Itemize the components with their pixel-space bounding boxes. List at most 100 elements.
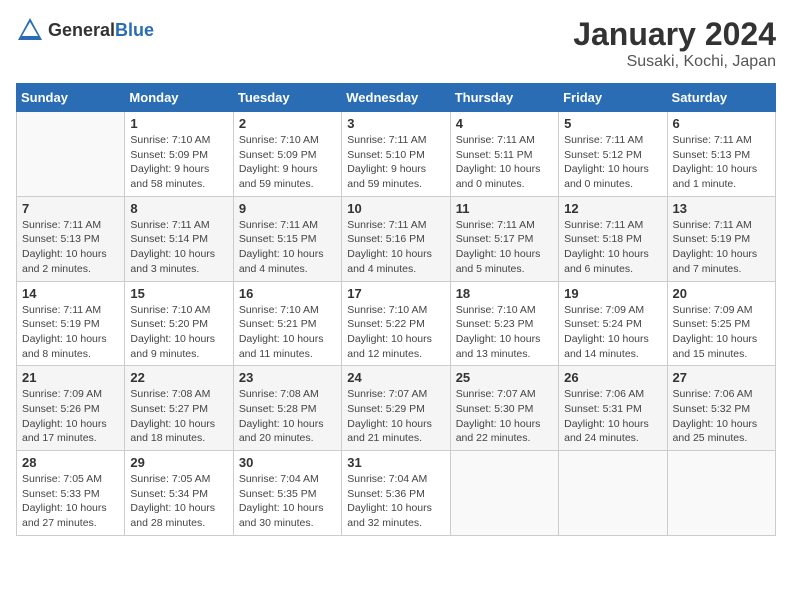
calendar-cell: 12 Sunrise: 7:11 AMSunset: 5:18 PMDayligh… (559, 196, 667, 281)
day-detail: Sunrise: 7:11 AMSunset: 5:17 PMDaylight:… (456, 218, 553, 277)
calendar-cell: 8 Sunrise: 7:11 AMSunset: 5:14 PMDaylight… (125, 196, 233, 281)
logo-icon (16, 16, 44, 44)
day-number: 23 (239, 370, 336, 385)
day-number: 2 (239, 116, 336, 131)
day-detail: Sunrise: 7:06 AMSunset: 5:31 PMDaylight:… (564, 387, 661, 446)
day-detail: Sunrise: 7:11 AMSunset: 5:14 PMDaylight:… (130, 218, 227, 277)
day-detail: Sunrise: 7:10 AMSunset: 5:09 PMDaylight:… (130, 133, 227, 192)
day-detail: Sunrise: 7:06 AMSunset: 5:32 PMDaylight:… (673, 387, 770, 446)
calendar-cell: 22 Sunrise: 7:08 AMSunset: 5:27 PMDayligh… (125, 366, 233, 451)
logo-general-text: General (48, 20, 115, 40)
calendar-cell (17, 112, 125, 197)
calendar-cell: 2 Sunrise: 7:10 AMSunset: 5:09 PMDaylight… (233, 112, 341, 197)
calendar-cell: 11Sunrise: 7:11 AMSunset: 5:17 PMDayligh… (450, 196, 558, 281)
day-detail: Sunrise: 7:11 AMSunset: 5:11 PMDaylight:… (456, 133, 553, 192)
calendar-cell: 26 Sunrise: 7:06 AMSunset: 5:31 PMDayligh… (559, 366, 667, 451)
day-detail: Sunrise: 7:10 AMSunset: 5:23 PMDaylight:… (456, 303, 553, 362)
day-number: 7 (22, 201, 119, 216)
day-detail: Sunrise: 7:08 AMSunset: 5:27 PMDaylight:… (130, 387, 227, 446)
day-number: 4 (456, 116, 553, 131)
day-detail: Sunrise: 7:09 AMSunset: 5:26 PMDaylight:… (22, 387, 119, 446)
calendar-cell: 28 Sunrise: 7:05 AMSunset: 5:33 PMDayligh… (17, 451, 125, 536)
day-number: 17 (347, 286, 444, 301)
day-number: 27 (673, 370, 770, 385)
page-title: January 2024 (573, 16, 776, 53)
day-number: 1 (130, 116, 227, 131)
day-number: 26 (564, 370, 661, 385)
day-detail: Sunrise: 7:08 AMSunset: 5:28 PMDaylight:… (239, 387, 336, 446)
calendar-cell: 18Sunrise: 7:10 AMSunset: 5:23 PMDayligh… (450, 281, 558, 366)
day-detail: Sunrise: 7:10 AMSunset: 5:21 PMDaylight:… (239, 303, 336, 362)
day-number: 5 (564, 116, 661, 131)
header-row: SundayMondayTuesdayWednesdayThursdayFrid… (17, 84, 776, 112)
day-detail: Sunrise: 7:04 AMSunset: 5:35 PMDaylight:… (239, 472, 336, 531)
col-header-thursday: Thursday (450, 84, 558, 112)
calendar-cell: 1 Sunrise: 7:10 AMSunset: 5:09 PMDaylight… (125, 112, 233, 197)
day-detail: Sunrise: 7:09 AMSunset: 5:24 PMDaylight:… (564, 303, 661, 362)
day-detail: Sunrise: 7:11 AMSunset: 5:18 PMDaylight:… (564, 218, 661, 277)
day-number: 16 (239, 286, 336, 301)
day-number: 28 (22, 455, 119, 470)
day-detail: Sunrise: 7:04 AMSunset: 5:36 PMDaylight:… (347, 472, 444, 531)
day-number: 31 (347, 455, 444, 470)
day-number: 6 (673, 116, 770, 131)
title-block: January 2024 Susaki, Kochi, Japan (573, 16, 776, 71)
day-detail: Sunrise: 7:11 AMSunset: 5:10 PMDaylight:… (347, 133, 444, 192)
day-detail: Sunrise: 7:09 AMSunset: 5:25 PMDaylight:… (673, 303, 770, 362)
day-detail: Sunrise: 7:10 AMSunset: 5:22 PMDaylight:… (347, 303, 444, 362)
day-number: 22 (130, 370, 227, 385)
calendar-cell: 19Sunrise: 7:09 AMSunset: 5:24 PMDayligh… (559, 281, 667, 366)
day-detail: Sunrise: 7:11 AMSunset: 5:12 PMDaylight:… (564, 133, 661, 192)
calendar-cell: 23 Sunrise: 7:08 AMSunset: 5:28 PMDayligh… (233, 366, 341, 451)
calendar-cell: 17 Sunrise: 7:10 AMSunset: 5:22 PMDayligh… (342, 281, 450, 366)
calendar-cell: 30 Sunrise: 7:04 AMSunset: 5:35 PMDayligh… (233, 451, 341, 536)
calendar-cell: 24 Sunrise: 7:07 AMSunset: 5:29 PMDayligh… (342, 366, 450, 451)
calendar-cell: 14Sunrise: 7:11 AMSunset: 5:19 PMDayligh… (17, 281, 125, 366)
week-row-4: 21 Sunrise: 7:09 AMSunset: 5:26 PMDayligh… (17, 366, 776, 451)
day-number: 12 (564, 201, 661, 216)
day-detail: Sunrise: 7:10 AMSunset: 5:20 PMDaylight:… (130, 303, 227, 362)
calendar-cell (559, 451, 667, 536)
day-number: 25 (456, 370, 553, 385)
col-header-tuesday: Tuesday (233, 84, 341, 112)
calendar-cell: 4 Sunrise: 7:11 AMSunset: 5:11 PMDaylight… (450, 112, 558, 197)
day-number: 24 (347, 370, 444, 385)
day-detail: Sunrise: 7:07 AMSunset: 5:29 PMDaylight:… (347, 387, 444, 446)
col-header-wednesday: Wednesday (342, 84, 450, 112)
day-number: 29 (130, 455, 227, 470)
calendar-cell: 9 Sunrise: 7:11 AMSunset: 5:15 PMDaylight… (233, 196, 341, 281)
day-number: 15 (130, 286, 227, 301)
day-detail: Sunrise: 7:10 AMSunset: 5:09 PMDaylight:… (239, 133, 336, 192)
week-row-1: 1 Sunrise: 7:10 AMSunset: 5:09 PMDaylight… (17, 112, 776, 197)
day-number: 21 (22, 370, 119, 385)
day-number: 3 (347, 116, 444, 131)
logo: GeneralBlue (16, 16, 154, 44)
day-detail: Sunrise: 7:11 AMSunset: 5:15 PMDaylight:… (239, 218, 336, 277)
day-detail: Sunrise: 7:11 AMSunset: 5:13 PMDaylight:… (22, 218, 119, 277)
calendar-cell: 5 Sunrise: 7:11 AMSunset: 5:12 PMDaylight… (559, 112, 667, 197)
page-header: GeneralBlue January 2024 Susaki, Kochi, … (16, 16, 776, 71)
calendar-cell: 29Sunrise: 7:05 AMSunset: 5:34 PMDayligh… (125, 451, 233, 536)
calendar-cell: 3 Sunrise: 7:11 AMSunset: 5:10 PMDaylight… (342, 112, 450, 197)
col-header-sunday: Sunday (17, 84, 125, 112)
col-header-friday: Friday (559, 84, 667, 112)
calendar-cell: 10 Sunrise: 7:11 AMSunset: 5:16 PMDayligh… (342, 196, 450, 281)
day-detail: Sunrise: 7:11 AMSunset: 5:13 PMDaylight:… (673, 133, 770, 192)
col-header-monday: Monday (125, 84, 233, 112)
day-number: 9 (239, 201, 336, 216)
week-row-5: 28 Sunrise: 7:05 AMSunset: 5:33 PMDayligh… (17, 451, 776, 536)
day-detail: Sunrise: 7:05 AMSunset: 5:33 PMDaylight:… (22, 472, 119, 531)
calendar-cell: 7 Sunrise: 7:11 AMSunset: 5:13 PMDaylight… (17, 196, 125, 281)
day-number: 20 (673, 286, 770, 301)
day-detail: Sunrise: 7:11 AMSunset: 5:16 PMDaylight:… (347, 218, 444, 277)
day-number: 8 (130, 201, 227, 216)
col-header-saturday: Saturday (667, 84, 775, 112)
day-number: 30 (239, 455, 336, 470)
day-number: 10 (347, 201, 444, 216)
calendar-cell: 16 Sunrise: 7:10 AMSunset: 5:21 PMDayligh… (233, 281, 341, 366)
logo-blue-text: Blue (115, 20, 154, 40)
page-subtitle: Susaki, Kochi, Japan (573, 53, 776, 71)
calendar-cell: 21 Sunrise: 7:09 AMSunset: 5:26 PMDayligh… (17, 366, 125, 451)
day-number: 13 (673, 201, 770, 216)
week-row-2: 7 Sunrise: 7:11 AMSunset: 5:13 PMDaylight… (17, 196, 776, 281)
